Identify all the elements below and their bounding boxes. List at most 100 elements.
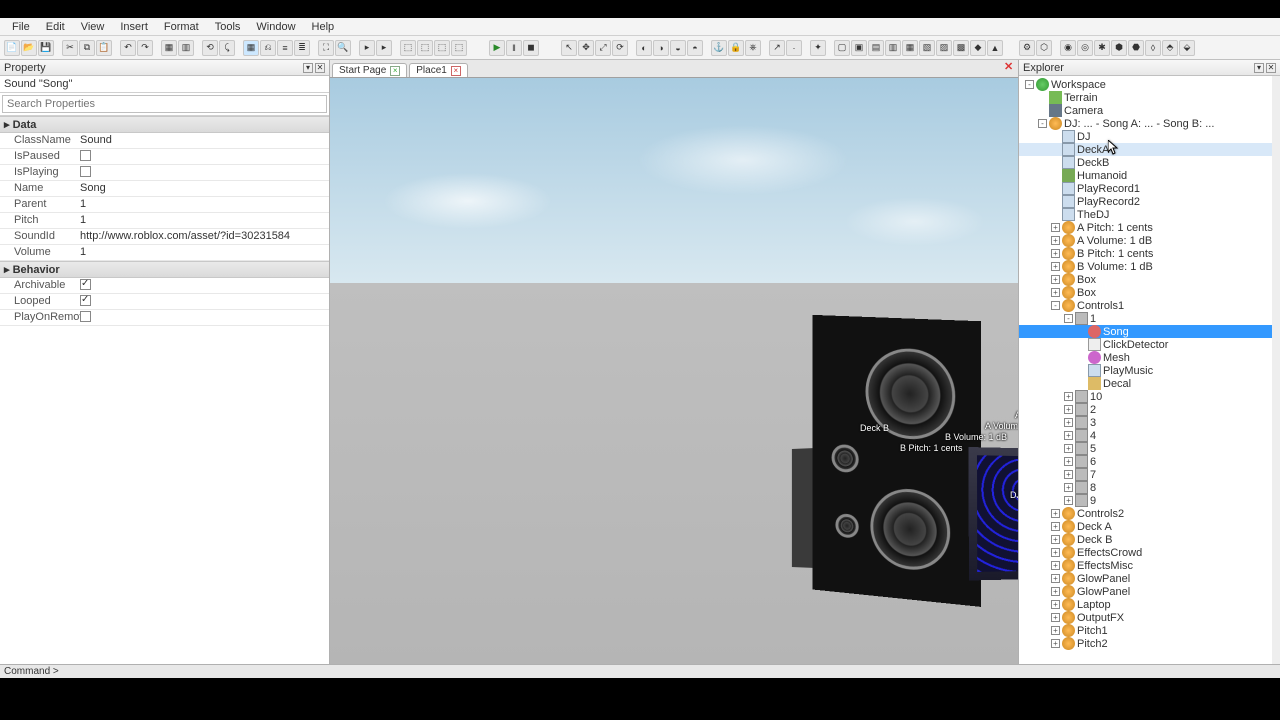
tree-node[interactable]: +7 [1019,468,1280,481]
expand-icon[interactable]: + [1064,431,1073,440]
expand-icon[interactable]: + [1051,223,1060,232]
expand-icon[interactable]: + [1051,574,1060,583]
expand-icon[interactable]: - [1051,301,1060,310]
s1-icon[interactable]: ▢ [834,40,850,56]
t2-icon[interactable]: ⬚ [417,40,433,56]
tree-node[interactable]: +GlowPanel [1019,572,1280,585]
tree-node[interactable]: DeckA [1019,143,1280,156]
tree-node[interactable]: +OutputFX [1019,611,1280,624]
tree-node[interactable]: +2 [1019,403,1280,416]
tree-node[interactable]: +A Volume: 1 dB [1019,234,1280,247]
stop-icon[interactable]: ◼ [523,40,539,56]
tree-node[interactable]: PlayRecord1 [1019,182,1280,195]
expand-icon[interactable]: + [1051,535,1060,544]
tree-node[interactable]: +4 [1019,429,1280,442]
ungroup-icon[interactable]: ▥ [178,40,194,56]
expand-icon[interactable]: + [1051,236,1060,245]
expand-icon[interactable]: - [1064,314,1073,323]
prop-value[interactable]: http://www.roblox.com/asset/?id=30231584 [76,229,329,244]
y5-icon[interactable]: ⬣ [1128,40,1144,56]
tree-node[interactable]: Humanoid [1019,169,1280,182]
m1-icon[interactable]: ◐ [636,40,652,56]
s2-icon[interactable]: ▣ [851,40,867,56]
s8-icon[interactable]: ▩ [953,40,969,56]
prop-value[interactable] [76,310,329,325]
viewport-close-icon[interactable]: ✕ [1004,60,1016,72]
w2-icon[interactable]: · [786,40,802,56]
expand-icon[interactable]: + [1051,548,1060,557]
expand-icon[interactable]: + [1051,613,1060,622]
y7-icon[interactable]: ⬘ [1162,40,1178,56]
tree-node[interactable]: +Deck A [1019,520,1280,533]
expand-icon[interactable]: + [1051,587,1060,596]
tree-node[interactable]: ClickDetector [1019,338,1280,351]
expand-icon[interactable]: + [1064,418,1073,427]
menu-file[interactable]: File [4,19,38,35]
explorer-tree[interactable]: -WorkspaceTerrainCamera-DJ: ... - Song A… [1019,76,1280,664]
viewport-3d[interactable]: Deck A Deck B A Pitch: 1 cents A Volume:… [330,78,1018,664]
m3-icon[interactable]: ◒ [670,40,686,56]
zoomext-icon[interactable]: ⛶ [318,40,334,56]
expand-icon[interactable]: + [1051,626,1060,635]
menu-help[interactable]: Help [304,19,343,35]
w1-icon[interactable]: ↗ [769,40,785,56]
tree-node[interactable]: +B Pitch: 1 cents [1019,247,1280,260]
pin-icon[interactable]: ▾ [303,63,313,73]
move-icon[interactable]: ✥ [578,40,594,56]
tree-node[interactable]: Mesh [1019,351,1280,364]
tree-node[interactable]: TheDJ [1019,208,1280,221]
expand-icon[interactable]: + [1051,509,1060,518]
s6-icon[interactable]: ▧ [919,40,935,56]
c1-icon[interactable]: ✦ [810,40,826,56]
expand-icon[interactable]: + [1064,444,1073,453]
y1-icon[interactable]: ◉ [1060,40,1076,56]
s4-icon[interactable]: ▥ [885,40,901,56]
tree-node[interactable]: DeckB [1019,156,1280,169]
command-bar[interactable]: Command > [0,664,1280,678]
select-icon[interactable]: ↖ [561,40,577,56]
expand-icon[interactable]: - [1025,80,1034,89]
x2-icon[interactable]: ⬡ [1036,40,1052,56]
prop-value[interactable] [76,278,329,293]
tree-node[interactable]: +EffectsCrowd [1019,546,1280,559]
tab-start-page[interactable]: Start Page× [332,63,407,77]
tree-node[interactable]: +B Volume: 1 dB [1019,260,1280,273]
tree-node[interactable]: Terrain [1019,91,1280,104]
m4-icon[interactable]: ◓ [687,40,703,56]
tree-node[interactable]: -Workspace [1019,78,1280,91]
s5-icon[interactable]: ▦ [902,40,918,56]
cut-icon[interactable]: ✂ [62,40,78,56]
prop-value[interactable]: Song [76,181,329,196]
expand-icon[interactable]: + [1051,522,1060,531]
t4-icon[interactable]: ⬚ [451,40,467,56]
save-icon[interactable]: 💾 [38,40,54,56]
tree-node[interactable]: DJ [1019,130,1280,143]
prop-value[interactable] [76,294,329,309]
prop-value[interactable] [76,149,329,164]
expand-icon[interactable]: + [1051,561,1060,570]
pause-icon[interactable]: ‖ [506,40,522,56]
align-icon[interactable]: ≡ [277,40,293,56]
expand-icon[interactable]: + [1051,639,1060,648]
tree-node[interactable]: +10 [1019,390,1280,403]
t3-icon[interactable]: ⬚ [434,40,450,56]
tree-node[interactable]: -DJ: ... - Song A: ... - Song B: ... [1019,117,1280,130]
tree-node[interactable]: PlayMusic [1019,364,1280,377]
group-icon[interactable]: ▦ [161,40,177,56]
expand-icon[interactable]: - [1038,119,1047,128]
search-properties-input[interactable] [2,95,327,113]
rot-icon[interactable]: ⟳ [612,40,628,56]
tree-node[interactable]: Song [1019,325,1280,338]
tree-node[interactable]: +GlowPanel [1019,585,1280,598]
section-behavior[interactable]: ▸ Behavior [0,261,329,278]
tree-node[interactable]: +8 [1019,481,1280,494]
tree-node[interactable]: +Box [1019,273,1280,286]
s7-icon[interactable]: ▨ [936,40,952,56]
expand-icon[interactable]: + [1051,275,1060,284]
s9-icon[interactable]: ◆ [970,40,986,56]
tree-node[interactable]: -1 [1019,312,1280,325]
expand-icon[interactable]: + [1051,600,1060,609]
lock-icon[interactable]: 🔒 [728,40,744,56]
tree-node[interactable]: +Box [1019,286,1280,299]
tree-node[interactable]: Camera [1019,104,1280,117]
